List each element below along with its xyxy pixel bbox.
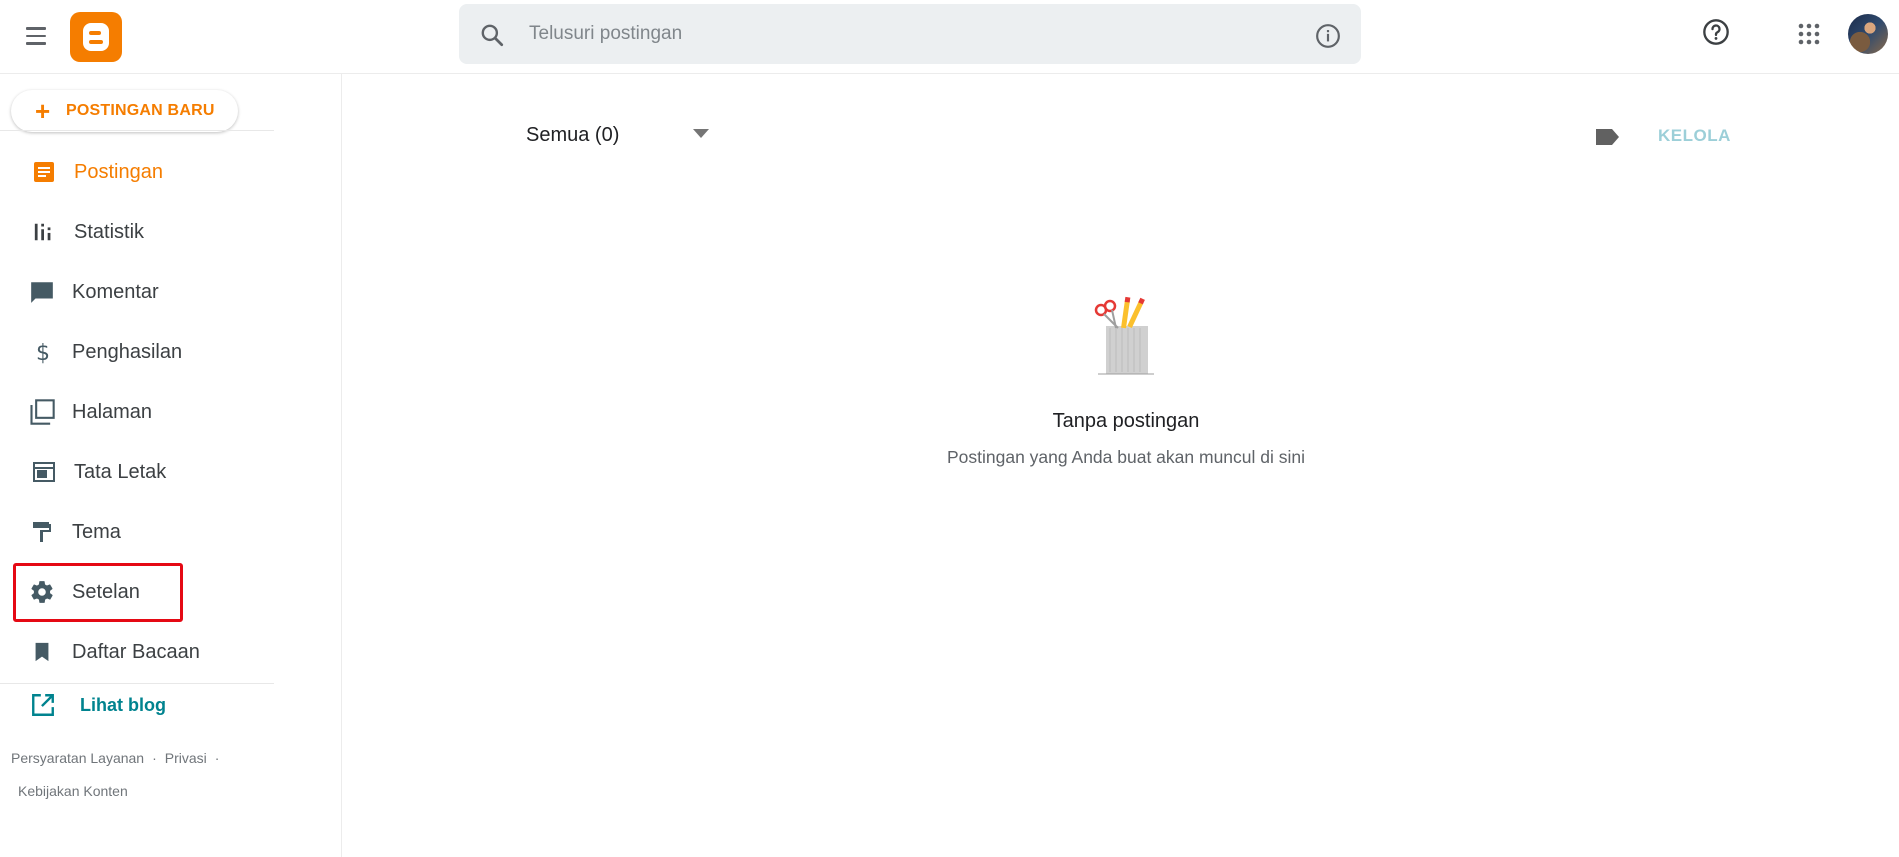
content-policy-link[interactable]: Kebijakan Konten [18, 783, 128, 799]
label-icon[interactable] [1594, 127, 1620, 147]
avatar[interactable] [1848, 14, 1888, 54]
empty-state-subtitle: Postingan yang Anda buat akan muncul di … [946, 447, 1306, 467]
empty-state-title: Tanpa postingan [1052, 410, 1200, 432]
new-post-label: POSTINGAN BARU [66, 102, 215, 119]
sidebar-item-statistik[interactable]: Statistik [14, 207, 274, 257]
sidebar-item-label: Setelan [72, 580, 140, 603]
sidebar-item-daftar-bacaan[interactable]: Daftar Bacaan [14, 627, 274, 677]
apps-icon[interactable] [1797, 22, 1821, 46]
sidebar-item-postingan[interactable]: Postingan [14, 147, 274, 197]
sidebar-item-label: Daftar Bacaan [72, 640, 200, 663]
chevron-down-icon [693, 129, 709, 138]
sidebar-item-tema[interactable]: Tema [14, 507, 274, 557]
gear-icon [28, 578, 56, 606]
sidebar-item-label: Komentar [72, 280, 159, 303]
help-icon[interactable] [1702, 18, 1730, 46]
view-blog-link[interactable]: Lihat blog [30, 685, 166, 725]
filter-label: Semua (0) [526, 123, 620, 146]
sidebar-divider [0, 130, 274, 131]
view-blog-label: Lihat blog [80, 694, 166, 715]
menu-icon[interactable] [20, 20, 52, 52]
dollar-icon: $ [28, 338, 56, 366]
plus-icon: + [35, 96, 51, 126]
search-bar [459, 4, 1361, 64]
new-post-button[interactable]: + POSTINGAN BARU [11, 90, 238, 132]
manage-button[interactable]: KELOLA [1658, 126, 1731, 146]
sidebar-item-label: Postingan [74, 160, 163, 183]
stats-icon [30, 218, 58, 246]
search-icon[interactable] [479, 22, 505, 48]
sidebar-item-penghasilan[interactable]: $ Penghasilan [14, 327, 274, 377]
sidebar-item-label: Penghasilan [72, 340, 183, 363]
pencil-cup-illustration [1094, 296, 1154, 375]
post-filter-dropdown[interactable]: Semua (0) [526, 122, 709, 148]
info-icon[interactable] [1315, 23, 1341, 49]
svg-text:$: $ [36, 341, 50, 365]
paint-roller-icon [28, 518, 56, 546]
comment-icon [28, 278, 56, 306]
sidebar-item-setelan[interactable]: Setelan [14, 567, 274, 617]
sidebar-item-label: Tema [72, 520, 121, 543]
footer-separator: · [152, 750, 157, 766]
top-app-bar [0, 0, 1899, 74]
terms-link[interactable]: Persyaratan Layanan [11, 750, 144, 766]
footer-separator: · [214, 750, 220, 766]
sidebar-item-komentar[interactable]: Komentar [14, 267, 274, 317]
blogger-logo[interactable] [70, 12, 122, 62]
sidebar-item-label: Statistik [74, 220, 145, 243]
footer-links: Persyaratan Layanan · Privasi · Kebijakan K… [11, 750, 227, 799]
posts-icon [30, 158, 58, 186]
privacy-link[interactable]: Privasi [165, 750, 207, 766]
sidebar-divider [0, 683, 274, 684]
open-in-new-icon [32, 694, 54, 716]
search-input[interactable] [529, 18, 1229, 50]
bookmark-icon [28, 638, 56, 666]
